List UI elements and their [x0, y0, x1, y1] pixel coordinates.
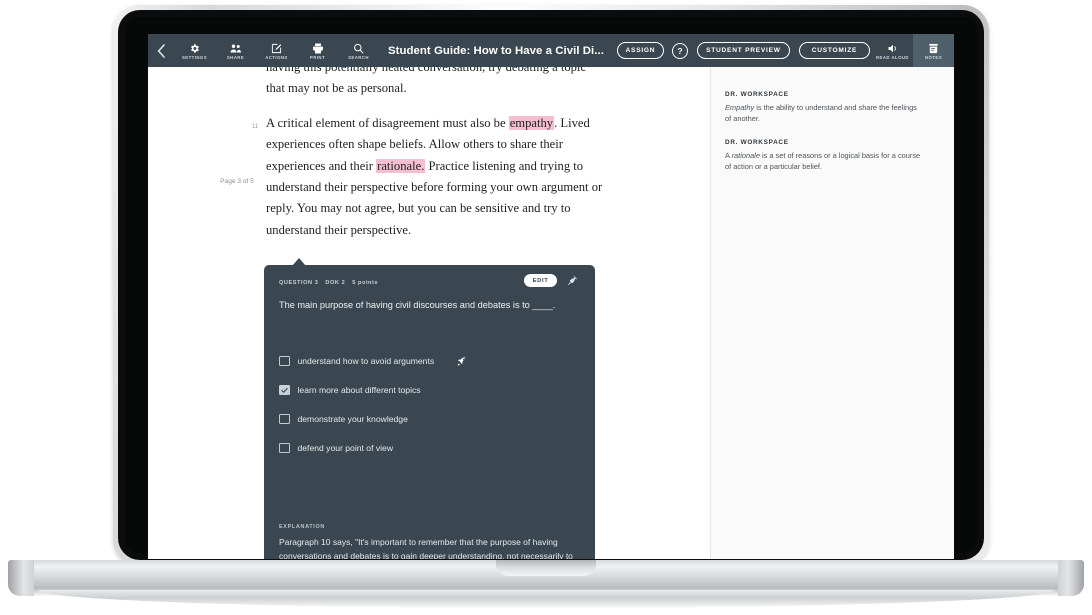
- answer-choice[interactable]: understand how to avoid arguments: [279, 353, 579, 369]
- toolbar-item-label: NOTES: [924, 54, 943, 60]
- highlight-empathy[interactable]: empathy: [508, 115, 555, 130]
- toolbar-item-print[interactable]: PRINT: [297, 34, 338, 67]
- paragraph-11: 11 A critical element of disagreement mus…: [252, 113, 606, 241]
- screen: SETTINGS SHARE ACTIONS PRINT SEARCH Stud…: [148, 34, 954, 559]
- paragraph-10-tail: having this potentially heated conversat…: [266, 67, 587, 96]
- base-right-edge: [1058, 560, 1084, 596]
- page-title: Student Guide: How to Have a Civil Di...: [388, 44, 604, 57]
- page-body: Page 3 of 5 having this potentially heat…: [148, 67, 954, 559]
- chevron-left-icon: [157, 43, 166, 58]
- choice-checkbox[interactable]: [279, 355, 290, 367]
- note-heading: DR. WORKSPACE: [725, 139, 789, 146]
- question-number-label: QUESTION 3: [279, 280, 319, 286]
- edit-button[interactable]: EDIT: [524, 274, 557, 287]
- choice-label: learn more about different topics: [297, 385, 421, 395]
- laptop-lid: SETTINGS SHARE ACTIONS PRINT SEARCH Stud…: [113, 5, 989, 565]
- toolbar-item-label: ACTIONS: [265, 54, 288, 60]
- answer-choice[interactable]: learn more about different topics: [279, 382, 579, 398]
- assign-button[interactable]: ASSIGN: [616, 42, 664, 59]
- base-left-edge: [8, 560, 34, 596]
- printer-icon: [312, 41, 324, 54]
- note-body: A rationale is a set of reasons or a log…: [725, 150, 925, 172]
- student-preview-button[interactable]: STUDENT PREVIEW: [696, 42, 790, 59]
- laptop-base: [0, 560, 1092, 615]
- app-toolbar: SETTINGS SHARE ACTIONS PRINT SEARCH Stud…: [148, 34, 954, 67]
- sidebar-note[interactable]: DR. WORKSPACE Empathy is the ability to …: [725, 91, 925, 124]
- answer-choices: understand how to avoid arguments learn …: [279, 353, 579, 469]
- toolbar-item-search[interactable]: SEARCH: [338, 34, 379, 67]
- base-notch: [496, 560, 596, 576]
- toolbar-item-notes[interactable]: NOTES: [913, 34, 954, 67]
- answer-choice[interactable]: demonstrate your knowledge: [279, 411, 579, 427]
- toolbar-right-group: READ ALOUD NOTES: [872, 34, 954, 67]
- choice-label: demonstrate your knowledge: [297, 414, 408, 424]
- explanation-heading: EXPLANATION: [279, 524, 325, 530]
- rocket-icon[interactable]: [456, 356, 467, 367]
- note-prefix: A: [725, 151, 732, 160]
- choice-checkbox[interactable]: [279, 384, 290, 396]
- explanation-body: Paragraph 10 says, "It's important to re…: [279, 537, 573, 559]
- question-card: QUESTION 3 DOK 2 5 points EDIT The main …: [264, 258, 595, 559]
- toolbar-item-label: SHARE: [226, 54, 245, 60]
- toolbar-item-actions[interactable]: ACTIONS: [256, 34, 297, 67]
- highlight-rationale[interactable]: rationale.: [376, 158, 426, 173]
- back-button[interactable]: [148, 34, 174, 67]
- toolbar-item-label: PRINT: [309, 54, 326, 60]
- choice-checkbox[interactable]: [279, 442, 290, 454]
- magnifier-icon: [353, 41, 364, 54]
- card-pointer: [292, 258, 306, 266]
- choice-checkbox[interactable]: [279, 413, 290, 425]
- toolbar-item-read-aloud[interactable]: READ ALOUD: [872, 34, 913, 67]
- notes-sidebar: DR. WORKSPACE Empathy is the ability to …: [710, 67, 954, 559]
- speaker-icon: [887, 41, 899, 54]
- question-meta: QUESTION 3 DOK 2 5 points: [279, 280, 378, 286]
- notes-icon: [928, 41, 939, 54]
- toolbar-item-settings[interactable]: SETTINGS: [174, 34, 215, 67]
- sidebar-note[interactable]: DR. WORKSPACE A rationale is a set of re…: [725, 139, 925, 172]
- note-heading: DR. WORKSPACE: [725, 91, 789, 98]
- paragraph-number: 11: [252, 123, 259, 130]
- pushpin-icon[interactable]: [565, 273, 580, 288]
- dok-label: DOK 2: [325, 280, 346, 286]
- document-prose: having this potentially heated conversat…: [252, 67, 606, 254]
- toolbar-item-label: SEARCH: [348, 54, 369, 60]
- note-body: Empathy is the ability to understand and…: [725, 102, 925, 124]
- choice-label: defend your point of view: [297, 443, 394, 453]
- note-term: Empathy: [725, 103, 755, 112]
- pencil-square-icon: [271, 41, 282, 54]
- laptop-mockup-scene: SETTINGS SHARE ACTIONS PRINT SEARCH Stud…: [0, 0, 1092, 615]
- people-icon: [230, 41, 242, 54]
- toolbar-item-label: READ ALOUD: [876, 54, 909, 60]
- document-column: Page 3 of 5 having this potentially heat…: [148, 67, 710, 559]
- points-label: 5 points: [352, 280, 379, 286]
- customize-button[interactable]: CUSTOMIZE: [798, 42, 870, 59]
- gear-icon: [189, 41, 200, 54]
- toolbar-item-share[interactable]: SHARE: [215, 34, 256, 67]
- paragraph-text-part1: A critical element of disagreement must …: [266, 115, 509, 130]
- toolbar-item-label: SETTINGS: [181, 54, 208, 60]
- note-definition: is the ability to understand and share t…: [725, 103, 917, 124]
- choice-label: understand how to avoid arguments: [297, 356, 435, 366]
- help-icon[interactable]: ?: [671, 42, 688, 59]
- note-term: rationale: [731, 151, 760, 160]
- question-stem: The main purpose of having civil discour…: [279, 300, 556, 310]
- answer-choice[interactable]: defend your point of view: [279, 440, 579, 456]
- base-front-lip: [38, 590, 1054, 608]
